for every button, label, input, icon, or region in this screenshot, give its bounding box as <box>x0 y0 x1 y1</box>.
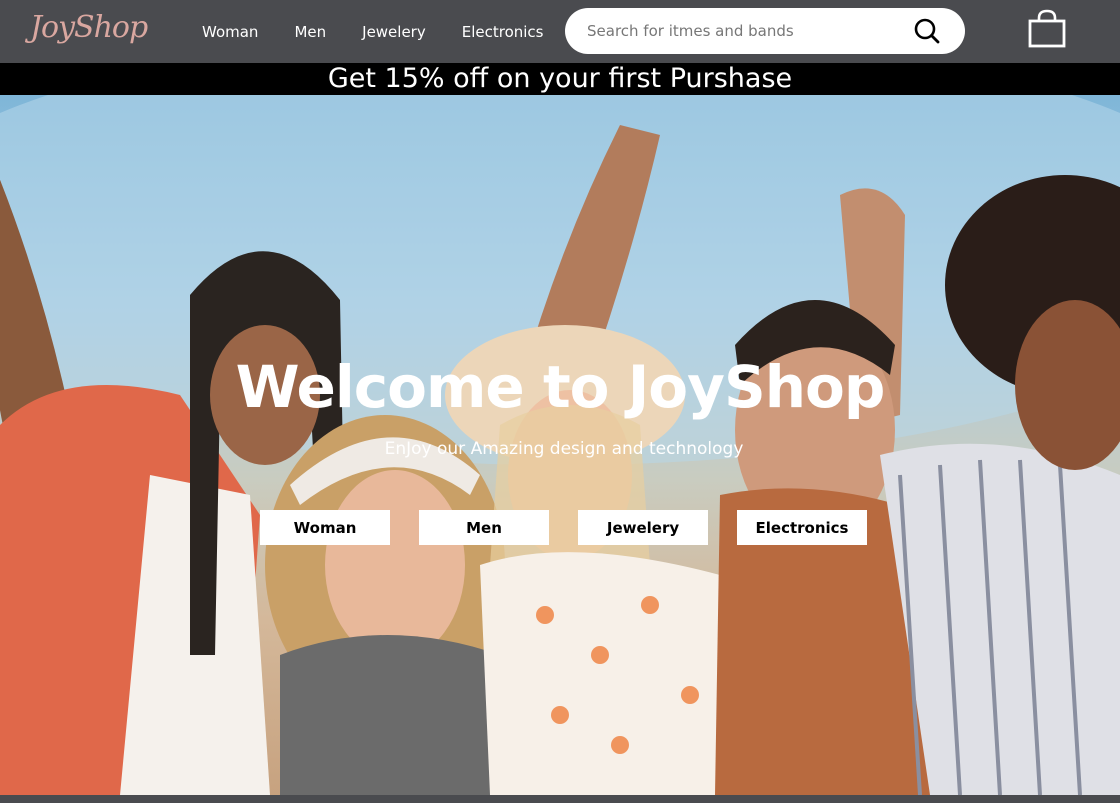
men-button[interactable]: Men <box>419 510 549 545</box>
jewelery-button[interactable]: Jewelery <box>578 510 708 545</box>
hero-category-buttons: Woman Men Jewelery Electronics <box>260 510 896 545</box>
hero-subtitle: EnJoy our Amazing design and technology <box>384 439 744 459</box>
woman-button[interactable]: Woman <box>260 510 390 545</box>
nav-links: Woman Men Jewelery Electronics <box>202 0 580 63</box>
promo-banner: Get 15% off on your first Purshase <box>0 63 1120 95</box>
search-input[interactable] <box>587 22 897 40</box>
shopping-bag-icon[interactable] <box>1027 9 1067 49</box>
electronics-button[interactable]: Electronics <box>737 510 867 545</box>
hero-title: Welcome to JoyShop <box>235 353 886 421</box>
navbar: JoyShop Woman Men Jewelery Electronics <box>0 0 1120 63</box>
footer-strip <box>0 795 1120 803</box>
search-box <box>565 8 965 54</box>
logo[interactable]: JoyShop <box>30 10 148 45</box>
hero-section: Welcome to JoyShop EnJoy our Amazing des… <box>0 95 1120 795</box>
nav-link-woman[interactable]: Woman <box>202 23 258 41</box>
nav-link-electronics[interactable]: Electronics <box>462 23 544 41</box>
search-icon[interactable] <box>913 17 941 45</box>
nav-link-jewelery[interactable]: Jewelery <box>362 23 426 41</box>
nav-link-men[interactable]: Men <box>294 23 326 41</box>
